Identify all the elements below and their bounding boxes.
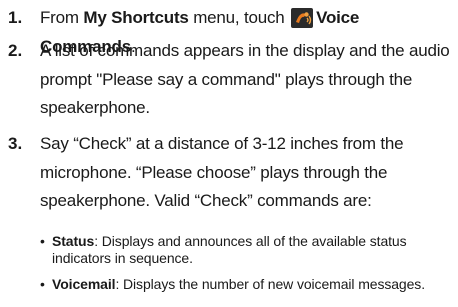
step-text: Say “Check” at a distance of 3-12 inches… — [40, 134, 404, 210]
bullet-icon: • — [40, 233, 45, 249]
list-item: • Status: Displays and announces all of … — [40, 233, 452, 267]
step-number: 2. — [8, 41, 23, 60]
command-description: : Displays the number of new voicemail m… — [115, 276, 425, 292]
list-item: • Voicemail: Displays the number of new … — [40, 276, 452, 293]
command-term: Status — [52, 233, 95, 249]
bullet-icon: • — [40, 276, 45, 292]
menu-name: My Shortcuts — [83, 8, 189, 27]
command-list: • Status: Displays and announces all of … — [40, 233, 452, 302]
instruction-page: 1. From My Shortcuts menu, touch Voice C… — [0, 0, 458, 307]
command-description: : Displays and announces all of the avai… — [52, 233, 407, 266]
step-text-mid: menu, touch — [188, 8, 290, 27]
step-number: 3. — [8, 134, 23, 153]
voice-commands-icon — [291, 8, 314, 28]
step-text-pre: From — [40, 8, 84, 27]
step-number: 1. — [8, 8, 23, 27]
step-text: A list of commands appears in the displa… — [40, 41, 450, 117]
command-term: Voicemail — [52, 276, 116, 292]
